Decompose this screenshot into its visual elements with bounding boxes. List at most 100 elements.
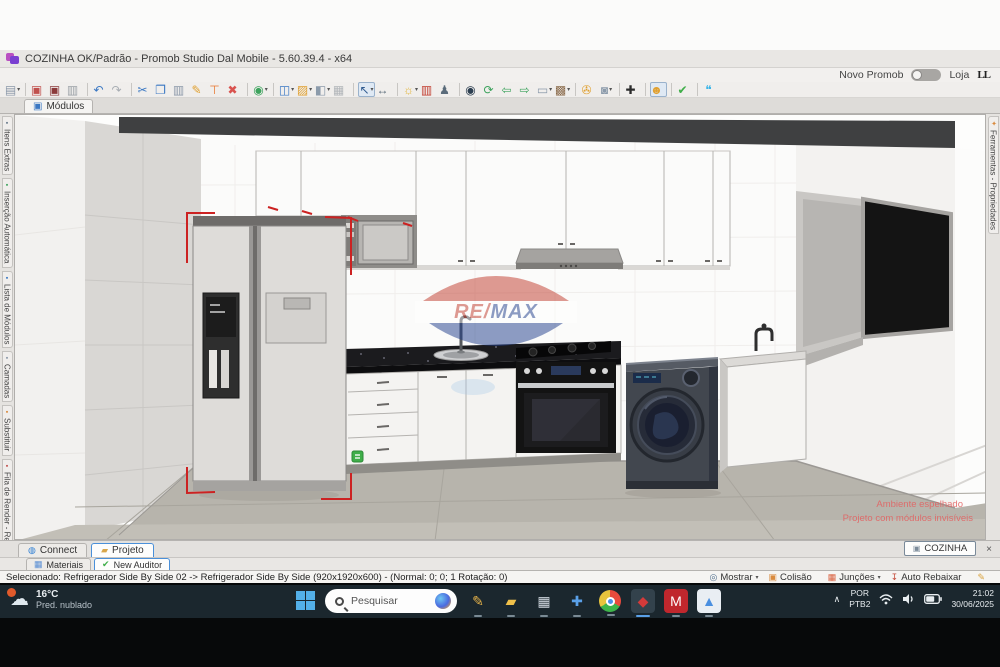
novo-promob-toggle[interactable] bbox=[911, 69, 941, 81]
binoculars-icon[interactable]: ◫ bbox=[278, 82, 295, 97]
tray-chevron[interactable]: ∧ bbox=[834, 594, 841, 605]
sidebar-tab-itens-extras[interactable]: ▪Itens Extras bbox=[2, 116, 13, 175]
cube-gray-icon[interactable]: ▦ bbox=[332, 82, 349, 97]
file-explorer-icon[interactable]: ▰ bbox=[499, 589, 523, 613]
window-frame-icon[interactable]: ▭ bbox=[536, 82, 553, 97]
light-icon[interactable]: ☼ bbox=[402, 82, 419, 97]
juncoes-button[interactable]: ▦Junções bbox=[828, 572, 881, 583]
warning-ambiente-espelhado: Ambiente espelhado bbox=[876, 499, 963, 510]
cut-icon[interactable]: ✂ bbox=[136, 82, 153, 97]
arrow-left-icon[interactable]: ⇦ bbox=[500, 82, 517, 97]
search-icon bbox=[335, 597, 344, 606]
language-indicator[interactable]: POR PTB2 bbox=[849, 588, 870, 610]
menu-bar: Novo Promob Loja LL bbox=[0, 68, 1000, 82]
desktop: COZINHA OK/Padrão - Promob Studio Dal Mo… bbox=[0, 0, 1000, 667]
check-icon[interactable]: ✔ bbox=[676, 82, 693, 97]
globe-icon[interactable]: ◉ bbox=[252, 82, 269, 97]
arrow-right-icon[interactable]: ⇨ bbox=[518, 82, 535, 97]
status-badge-3d bbox=[352, 451, 363, 462]
pointer-icon[interactable]: ↖ bbox=[358, 82, 375, 97]
title-bar[interactable]: COZINHA OK/Padrão - Promob Studio Dal Mo… bbox=[0, 50, 1000, 68]
person-orange-icon[interactable]: ☻ bbox=[650, 82, 667, 97]
tab-projeto[interactable]: ▰Projeto bbox=[91, 543, 154, 557]
toolbar: ▤▣▣▥↶↷✂❐▥✎⊤✖◉◫▨◧▦↖↔☼▥♟◉⟳⇦⇨▭▩✇◙✚☻✔❝ bbox=[0, 82, 1000, 98]
tab-new-auditor[interactable]: ✔New Auditor bbox=[94, 558, 170, 570]
sidebar-tab-substituir[interactable]: ▪Substituir bbox=[2, 405, 13, 455]
print-icon[interactable]: ▥ bbox=[66, 82, 83, 97]
camera-icon[interactable]: ◙ bbox=[598, 82, 615, 97]
viewport-3d[interactable]: RE/MAX Ambiente espelhado Projeto com mó… bbox=[14, 114, 986, 540]
snip-icon[interactable]: ✚ bbox=[565, 589, 589, 613]
left-wall bbox=[15, 115, 201, 540]
promob-icon[interactable]: ◆ bbox=[631, 589, 655, 613]
copy-icon[interactable]: ❐ bbox=[154, 82, 171, 97]
eye-icon[interactable]: ◉ bbox=[464, 82, 481, 97]
sidebar-tab-insercao-automatica[interactable]: ▪Inserção Automática bbox=[2, 178, 13, 267]
mostrar-button[interactable]: ◎Mostrar bbox=[709, 572, 758, 583]
toolbar-separator bbox=[273, 83, 274, 96]
key-icon[interactable]: ✇ bbox=[580, 82, 597, 97]
toolbar-separator bbox=[671, 83, 672, 96]
battery-icon[interactable] bbox=[924, 594, 942, 604]
toolbar-separator bbox=[459, 83, 460, 96]
chrome-icon[interactable] bbox=[599, 590, 621, 612]
format-brush-icon[interactable]: ✎ bbox=[190, 82, 207, 97]
loja-link[interactable]: Loja bbox=[949, 69, 969, 81]
window-title: COZINHA OK/Padrão - Promob Studio Dal Mo… bbox=[25, 53, 352, 65]
delete-icon[interactable]: ✖ bbox=[226, 82, 243, 97]
photos-icon[interactable]: ▲ bbox=[697, 589, 721, 613]
person-3d-icon[interactable]: ♟ bbox=[438, 82, 455, 97]
promob-window: COZINHA OK/Padrão - Promob Studio Dal Mo… bbox=[0, 50, 1000, 583]
sidebar-tab-lista-de-modulos[interactable]: ▪Lista de Módulos bbox=[2, 271, 13, 348]
box-orange-icon[interactable]: ▨ bbox=[296, 82, 313, 97]
paste-icon[interactable]: ▥ bbox=[172, 82, 189, 97]
base-cabinets[interactable] bbox=[346, 362, 621, 474]
clipboard-icon[interactable]: ◧ bbox=[314, 82, 331, 97]
colisao-button[interactable]: ▣Colisão bbox=[769, 572, 818, 583]
tab-connect[interactable]: ◍Connect bbox=[18, 543, 87, 557]
tab-cozinha[interactable]: ▣ COZINHA bbox=[904, 541, 976, 556]
start-button[interactable] bbox=[296, 591, 316, 611]
toolbar-separator bbox=[353, 83, 354, 96]
left-panel-strip: ▪Itens Extras ▪Inserção Automática ▪Lista … bbox=[0, 114, 14, 540]
tab-modulos[interactable]: ▣ Módulos bbox=[24, 99, 93, 113]
panel-red-icon[interactable]: ▥ bbox=[420, 82, 437, 97]
fridge-handle-recess bbox=[266, 293, 326, 343]
mcafee-icon[interactable]: M bbox=[664, 589, 688, 613]
calculator-icon[interactable]: ▦ bbox=[532, 589, 556, 613]
cube-3d-icon[interactable]: ▩ bbox=[554, 82, 571, 97]
wrench-icon: ✦ bbox=[989, 120, 997, 128]
brand-logo: LL bbox=[977, 69, 990, 81]
tab-ferramentas-propriedades[interactable]: ✦Ferramentas - Propriedades bbox=[988, 116, 999, 234]
save-icon[interactable]: ▤ bbox=[4, 82, 21, 97]
move-icon[interactable]: ✚ bbox=[624, 82, 641, 97]
scene-icon: ▣ bbox=[913, 544, 921, 553]
tab-materiais[interactable]: ▦Materiais bbox=[26, 558, 91, 570]
close-scene-tab-button[interactable]: × bbox=[982, 544, 996, 555]
washing-machine[interactable] bbox=[626, 358, 718, 489]
search-box[interactable]: Pesquisar bbox=[325, 589, 457, 613]
undo-icon[interactable]: ↶ bbox=[92, 82, 109, 97]
pin-icon[interactable]: ⊤ bbox=[208, 82, 225, 97]
volume-icon[interactable] bbox=[902, 593, 915, 605]
toolbar-separator bbox=[131, 83, 132, 96]
weather-icon: ☁ bbox=[10, 590, 29, 609]
chat-icon[interactable]: ❝ bbox=[702, 82, 719, 97]
toolbar-separator bbox=[645, 83, 646, 96]
clock[interactable]: 21:02 30/06/2025 bbox=[951, 588, 994, 610]
pen-app-icon[interactable]: ✎ bbox=[466, 589, 490, 613]
tools-wrench-icon[interactable]: ✎ bbox=[977, 572, 994, 583]
dimension-icon[interactable]: ↔ bbox=[376, 82, 393, 97]
catalog-alt-icon[interactable]: ▣ bbox=[48, 82, 65, 97]
top-margin bbox=[0, 0, 1000, 50]
wifi-icon[interactable] bbox=[879, 593, 893, 605]
rotate-icon[interactable]: ⟳ bbox=[482, 82, 499, 97]
sidebar-tab-camadas[interactable]: ▪Camadas bbox=[2, 351, 13, 402]
weather-widget[interactable]: ☁ 16°C Pred. nublado bbox=[10, 589, 92, 610]
oven[interactable] bbox=[516, 362, 616, 453]
redo-icon[interactable]: ↷ bbox=[110, 82, 127, 97]
range-hood[interactable] bbox=[516, 249, 623, 269]
system-tray: ∧ POR PTB2 21:02 30/06/2025 bbox=[834, 588, 994, 610]
auto-rebaixar-button[interactable]: ↧Auto Rebaixar bbox=[891, 572, 968, 583]
catalog-icon[interactable]: ▣ bbox=[30, 82, 47, 97]
